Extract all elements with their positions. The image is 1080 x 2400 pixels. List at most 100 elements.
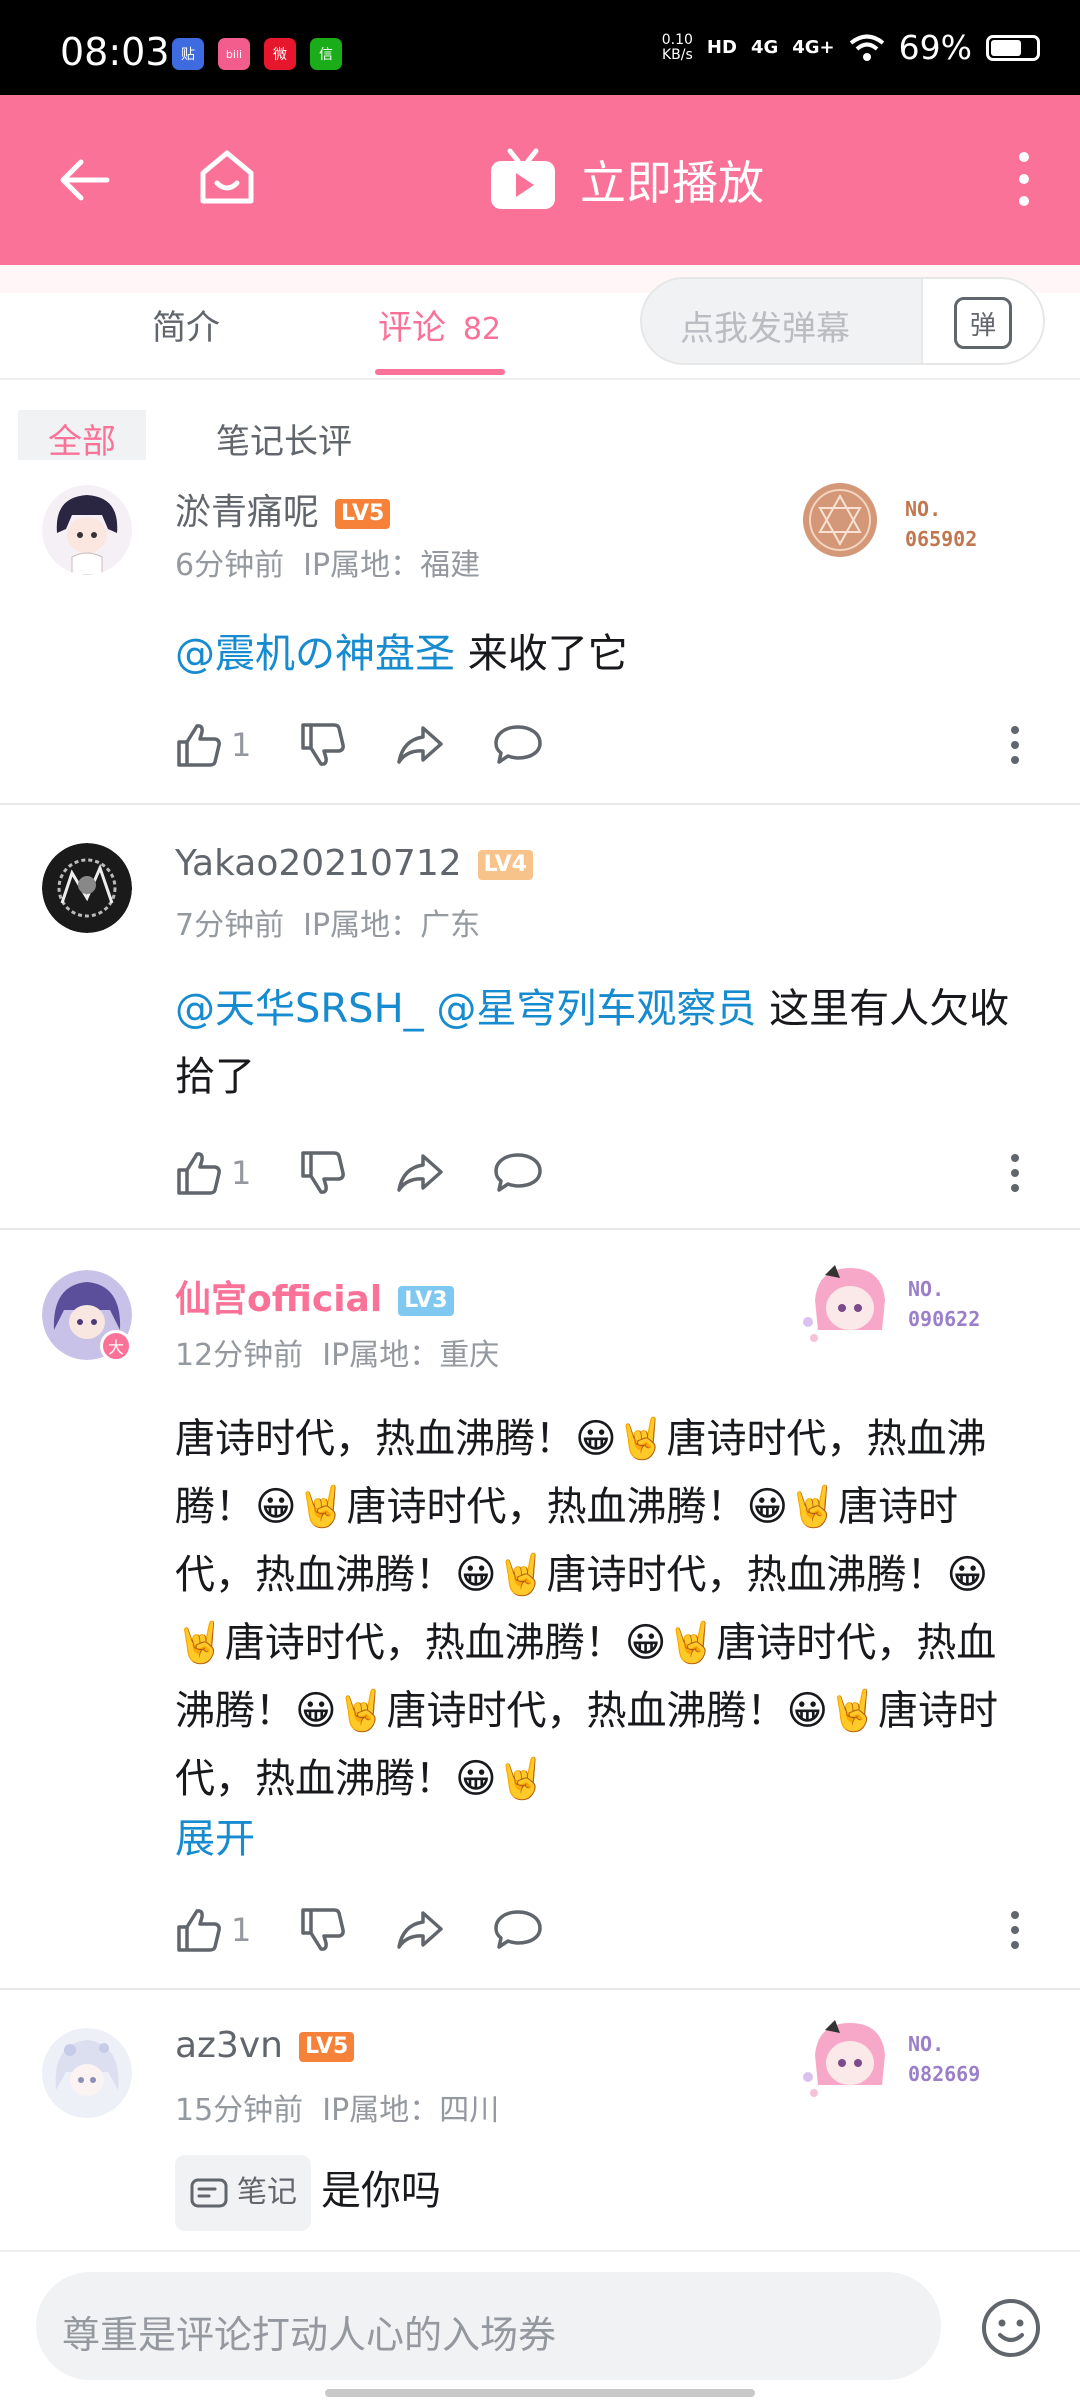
level-badge: LV3	[398, 1286, 454, 1316]
tab-intro[interactable]: 简介	[152, 300, 220, 349]
thumb-down-icon	[301, 1908, 346, 1951]
username-text: 淤青痛呢	[175, 492, 320, 533]
play-now-button[interactable]: 立即播放	[488, 147, 764, 213]
comment-time: 6分钟前	[175, 548, 285, 583]
comment-body: 是你吗	[321, 2168, 441, 2214]
dislike-button[interactable]	[299, 1150, 347, 1196]
status-notification-icons: 贴 bili 微 信	[172, 38, 342, 70]
hd-indicator: HD	[706, 37, 737, 58]
comment-username[interactable]: 淤青痛呢 LV5	[175, 483, 391, 535]
fan-number: NO. 082669	[908, 2029, 980, 2089]
home-icon[interactable]	[195, 145, 259, 209]
fan-no-value: 065902	[905, 527, 978, 551]
reply-bubble-icon	[494, 1910, 543, 1949]
reply-bubble-icon	[494, 725, 543, 764]
note-badge[interactable]: 笔记	[175, 2155, 311, 2231]
comment-ip: IP属地：广东	[303, 908, 481, 943]
mention-link[interactable]: @天华SRSH_ @星穹列车观察员	[175, 986, 756, 1032]
dislike-button[interactable]	[299, 722, 347, 768]
danmaku-input[interactable]: 点我发弹幕 弹	[640, 277, 1045, 365]
comment-body: 来收了它	[455, 631, 628, 677]
tieba-notification-icon: 贴	[172, 38, 204, 70]
more-options-icon[interactable]	[1012, 147, 1036, 211]
comment-more-icon[interactable]	[1010, 1910, 1020, 1950]
thumb-down-icon	[301, 723, 346, 766]
comment-more-icon[interactable]	[1010, 1153, 1020, 1193]
danmaku-toggle-button[interactable]: 弹	[921, 279, 1043, 363]
fan-medal-character-icon	[803, 1265, 885, 1342]
thumb-up-icon	[177, 724, 221, 767]
like-button[interactable]: 1	[175, 722, 251, 768]
fan-medal-character-icon	[803, 2020, 885, 2097]
avatar[interactable]	[42, 843, 132, 933]
fan-no-value: 082669	[908, 2062, 981, 2086]
comment-time: 15分钟前	[175, 2093, 304, 2128]
username-text: Yakao20210712	[175, 843, 462, 884]
comment-username[interactable]: Yakao20210712 LV4	[175, 843, 533, 884]
share-button[interactable]	[395, 1907, 445, 1953]
status-time: 08:03	[60, 30, 170, 74]
filter-all[interactable]: 全部	[18, 410, 146, 462]
fan-medal[interactable]: NO. 065902	[800, 480, 1020, 570]
tv-play-icon	[491, 148, 555, 209]
tab-comments[interactable]: 评论 82	[378, 300, 501, 349]
danmaku-icon: 弹	[954, 297, 1012, 349]
comment-time: 12分钟前	[175, 1338, 304, 1373]
battery-fill	[991, 39, 1021, 56]
comment-meta: 15分钟前 IP属地：四川	[175, 2085, 499, 2129]
like-button[interactable]: 1	[175, 1907, 251, 1953]
fan-medal[interactable]: NO. 082669	[800, 2015, 1020, 2105]
expand-link[interactable]: 展开	[175, 1805, 1025, 1873]
comment-item: Yakao20210712 LV4 7分钟前 IP属地：广东 @天华SRSH_ @…	[0, 805, 1080, 1230]
reply-button[interactable]	[493, 722, 543, 768]
avatar[interactable]	[42, 485, 132, 575]
filter-notes[interactable]: 笔记长评	[190, 410, 378, 462]
share-arrow-icon	[397, 1911, 444, 1949]
signal-4g: 4G	[750, 37, 779, 58]
emoji-icon[interactable]	[980, 2297, 1042, 2359]
username-text: 仙宫official	[175, 1279, 383, 1320]
tab-active-indicator	[375, 369, 505, 375]
comment-meta: 7分钟前 IP属地：广东	[175, 900, 480, 944]
fan-medal-badge-icon	[803, 483, 877, 557]
level-badge: LV5	[298, 2032, 355, 2062]
reply-button[interactable]	[493, 1150, 543, 1196]
avatar-image	[42, 2028, 132, 2118]
reply-input[interactable]: 尊重是评论打动人心的入场券	[36, 2272, 941, 2380]
avatar[interactable]	[42, 2028, 132, 2118]
home-indicator[interactable]	[325, 2389, 755, 2397]
thumb-up-icon	[177, 1909, 221, 1952]
wifi-icon	[849, 34, 884, 61]
comment-time: 7分钟前	[175, 908, 285, 943]
reply-button[interactable]	[493, 1907, 543, 1953]
fan-number: NO. 090622	[908, 1274, 980, 1334]
fan-medal[interactable]: NO. 090622	[800, 1260, 1020, 1350]
comment-ip: IP属地：福建	[303, 548, 481, 583]
status-bar: 08:03 贴 bili 微 信 0.10 KB/s HD 4G 4G+ 69%	[0, 0, 1080, 95]
app-bar: 立即播放	[0, 95, 1080, 265]
username-text: az3vn	[175, 2025, 283, 2066]
share-button[interactable]	[395, 1150, 445, 1196]
comment-text: @震机の神盘圣 来收了它	[175, 620, 1025, 688]
comment-more-icon[interactable]	[1010, 725, 1020, 765]
comment-username[interactable]: az3vn LV5	[175, 2025, 355, 2066]
comment-item: az3vn LV5 15分钟前 IP属地：四川 NO. 082669 笔记 是你吗	[0, 1990, 1080, 2250]
dislike-button[interactable]	[299, 1907, 347, 1953]
like-button[interactable]: 1	[175, 1150, 251, 1196]
status-right: 0.10 KB/s HD 4G 4G+ 69%	[662, 28, 1040, 67]
thumb-down-icon	[301, 1151, 346, 1194]
comment-actions: 1	[175, 720, 591, 770]
comment-username[interactable]: 仙宫official LV3	[175, 1270, 454, 1322]
mention-link[interactable]: @震机の神盘圣	[175, 631, 455, 677]
comment-meta: 6分钟前 IP属地：福建	[175, 540, 480, 584]
fan-no-label: NO.	[908, 2032, 945, 2056]
share-button[interactable]	[395, 722, 445, 768]
tab-comments-count: 82	[462, 312, 501, 347]
comment-filters: 全部 笔记长评	[0, 400, 1080, 470]
reply-bar: 尊重是评论打动人心的入场券	[0, 2250, 1080, 2400]
comment-text: 唐诗时代，热血沸腾！😀🤘唐诗时代，热血沸腾！😀🤘唐诗时代，热血沸腾！😀🤘唐诗时代…	[175, 1405, 1025, 1813]
note-badge-label: 笔记	[237, 2175, 297, 2210]
comment-ip: IP属地：重庆	[322, 1338, 500, 1373]
back-arrow-icon[interactable]	[55, 150, 115, 210]
avatar-image	[42, 843, 132, 933]
